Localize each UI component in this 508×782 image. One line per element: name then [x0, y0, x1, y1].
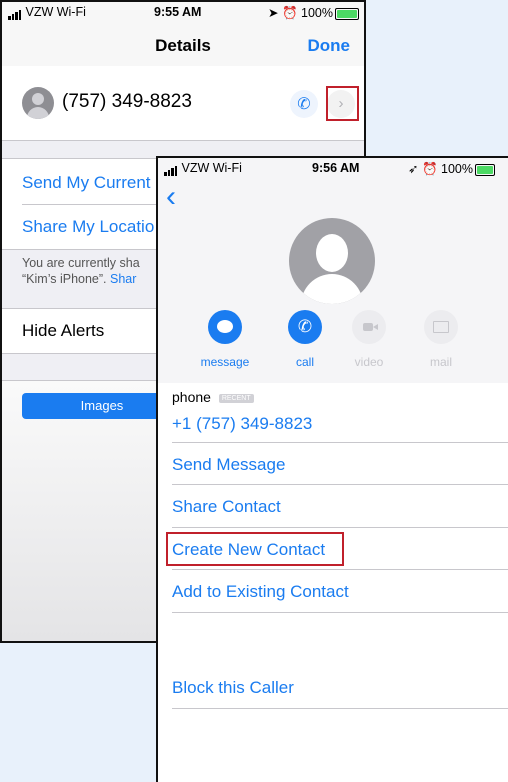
alarm-icon: ⏰: [421, 162, 438, 176]
video-button: [352, 310, 386, 344]
call-button[interactable]: ✆︎: [290, 90, 318, 118]
divider: [172, 484, 508, 485]
message-icon: [217, 320, 233, 333]
status-time: 9:56 AM: [312, 161, 360, 175]
battery-icon: [335, 8, 360, 20]
send-location-button[interactable]: Send My Current: [22, 173, 151, 193]
mail-button: [424, 310, 458, 344]
status-bar: VZW Wi-Fi ︎ 9:56 AM ➶ ⏰ 100%: [158, 158, 508, 178]
share-link[interactable]: Shar: [110, 272, 136, 286]
avatar: [22, 87, 54, 119]
share-location-button[interactable]: Share My Locatio: [22, 217, 154, 237]
add-to-existing-contact-button[interactable]: Add to Existing Contact: [172, 582, 349, 602]
highlight-box: [166, 532, 344, 566]
status-time: 9:55 AM: [154, 5, 202, 19]
location-info: You are currently sha “Kim’s iPhone”. Sh…: [22, 256, 140, 286]
contact-avatar: [289, 218, 375, 304]
back-chevron-icon[interactable]: ‹: [166, 182, 176, 212]
battery-icon: [475, 164, 496, 176]
status-bar: VZW Wi-Fi ︎ 9:55 AM ➤ ⏰ 100%: [2, 2, 364, 22]
divider: [172, 569, 508, 570]
divider: [172, 442, 508, 443]
location-icon: ➶: [408, 162, 419, 176]
share-contact-button[interactable]: Share Contact: [172, 497, 281, 517]
video-label: video: [354, 355, 384, 369]
contact-row[interactable]: (757) 349-8823 ✆︎ ›: [2, 66, 364, 141]
location-icon: ➤: [268, 6, 279, 20]
signal-icon: [164, 162, 178, 176]
call-button[interactable]: ✆︎: [288, 310, 322, 344]
recent-badge: RECENT: [218, 393, 254, 403]
divider: [172, 527, 508, 528]
carrier: VZW Wi-Fi ︎: [8, 5, 89, 20]
video-icon: [363, 323, 373, 331]
done-button[interactable]: Done: [308, 36, 351, 56]
block-caller-button[interactable]: Block this Caller: [172, 678, 294, 698]
contact-number: (757) 349-8823: [62, 91, 192, 112]
message-label: message: [200, 355, 250, 369]
alarm-icon: ⏰: [281, 6, 298, 20]
send-message-button[interactable]: Send Message: [172, 455, 285, 475]
signal-icon: [8, 6, 22, 20]
phone-icon: ✆︎: [297, 317, 313, 336]
highlight-box: [326, 86, 359, 121]
phone-icon: ✆︎: [297, 96, 311, 113]
call-label: call: [295, 355, 314, 369]
phone-number[interactable]: +1 (757) 349-8823: [172, 414, 312, 434]
phone-label: phone: [172, 389, 211, 405]
contact-info-screen: VZW Wi-Fi ︎ 9:56 AM ➶ ⏰ 100% ‹ ✆︎ messag…: [156, 156, 508, 782]
divider: [172, 612, 508, 613]
message-button[interactable]: [208, 310, 242, 344]
hide-alerts-label: Hide Alerts: [22, 321, 105, 340]
mail-icon: [433, 321, 449, 333]
divider: [172, 708, 508, 709]
nav-bar: Details Done: [2, 22, 364, 67]
mail-label: mail: [429, 355, 452, 369]
